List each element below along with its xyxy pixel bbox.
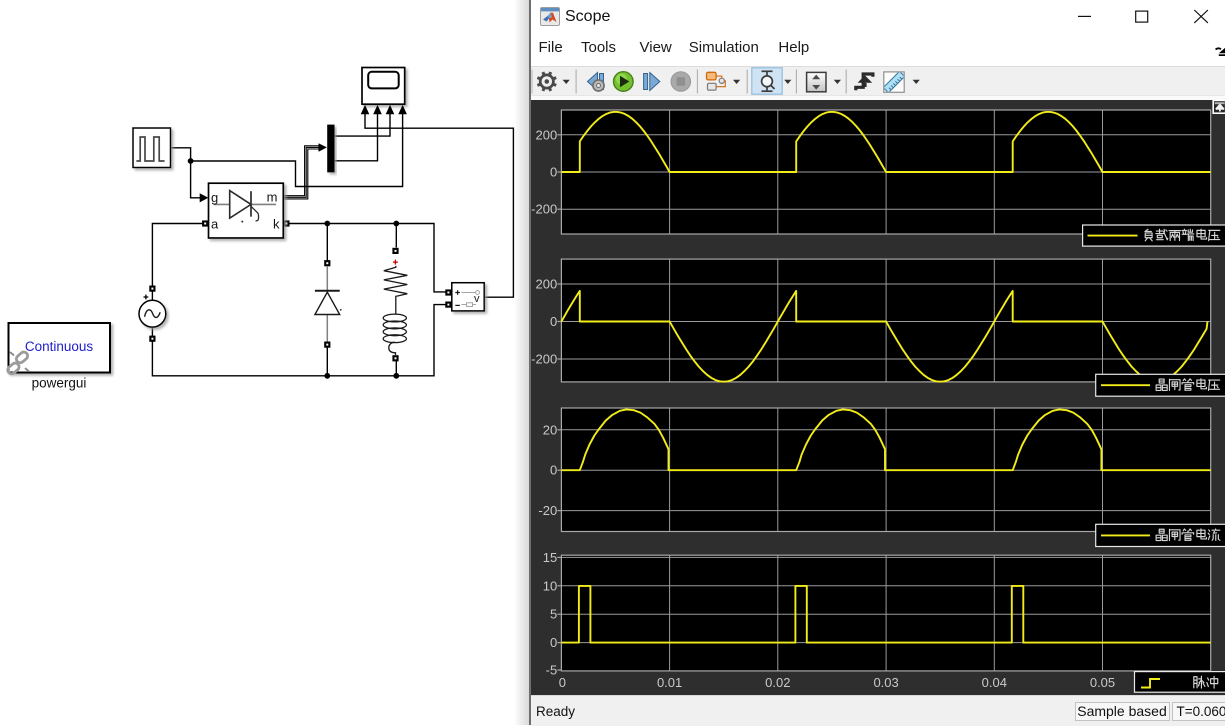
svg-text:5: 5 [550,607,557,622]
svg-text:0.04: 0.04 [982,675,1007,690]
svg-text:200: 200 [535,277,557,292]
svg-text:g: g [211,190,218,205]
svg-text:0.05: 0.05 [1090,675,1115,690]
svg-text:15: 15 [543,550,557,565]
svg-text:0: 0 [550,314,557,329]
svg-text:-5: -5 [546,663,558,678]
svg-text:m: m [267,190,278,205]
svg-text:v: v [474,293,480,305]
svg-text:a: a [211,217,219,232]
svg-text:0: 0 [559,675,566,690]
svg-text:0: 0 [550,463,557,478]
svg-text:0: 0 [550,165,557,180]
svg-text:powergui: powergui [32,376,87,391]
svg-text:Continuous: Continuous [25,339,94,354]
svg-text:20: 20 [543,422,557,437]
svg-text:k: k [273,217,280,232]
svg-text:0.03: 0.03 [873,675,898,690]
svg-text:200: 200 [535,127,557,142]
svg-text:0.01: 0.01 [657,675,682,690]
svg-text:10: 10 [543,578,557,593]
svg-text:-200: -200 [531,352,557,367]
svg-text:0.02: 0.02 [765,675,790,690]
svg-text:-20: -20 [538,503,557,518]
svg-text:0: 0 [550,635,557,650]
svg-text:-200: -200 [531,202,557,217]
